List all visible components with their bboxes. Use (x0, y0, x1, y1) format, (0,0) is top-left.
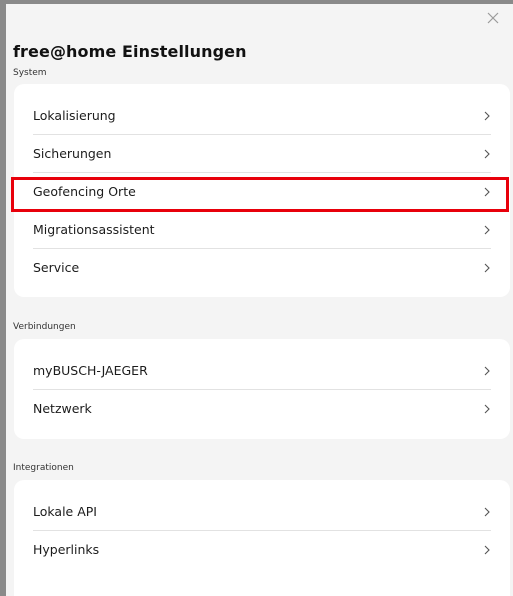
settings-item-label: Migrationsassistent (33, 222, 155, 237)
settings-item-hyperlinks[interactable]: Hyperlinks (33, 530, 491, 568)
chevron-right-icon (483, 186, 491, 198)
card-integrationen: Lokale API Hyperlinks (14, 480, 510, 596)
settings-item-sicherungen[interactable]: Sicherungen (33, 134, 491, 172)
settings-item-label: myBUSCH-JAEGER (33, 363, 148, 378)
chevron-right-icon (483, 365, 491, 377)
close-icon (487, 12, 499, 24)
chevron-right-icon (483, 403, 491, 415)
settings-item-label: Lokalisierung (33, 108, 116, 123)
close-button[interactable] (485, 10, 501, 26)
page-title: free@home Einstellungen (13, 42, 247, 61)
section-label-system: System (13, 68, 47, 78)
card-verbindungen: myBUSCH-JAEGER Netzwerk (14, 339, 510, 439)
chevron-right-icon (483, 224, 491, 236)
settings-item-lokalisierung[interactable]: Lokalisierung (33, 96, 491, 134)
settings-item-label: Geofencing Orte (33, 184, 136, 199)
chevron-right-icon (483, 110, 491, 122)
section-label-integrationen: Integrationen (13, 463, 74, 473)
settings-item-label: Hyperlinks (33, 542, 100, 557)
settings-item-label: Lokale API (33, 504, 97, 519)
chevron-right-icon (483, 148, 491, 160)
settings-item-migrationsassistent[interactable]: Migrationsassistent (33, 210, 491, 248)
settings-item-mybusch-jaeger[interactable]: myBUSCH-JAEGER (33, 351, 491, 389)
settings-item-label: Sicherungen (33, 146, 112, 161)
chevron-right-icon (483, 506, 491, 518)
settings-panel: free@home Einstellungen System Lokalisie… (0, 0, 513, 596)
settings-item-label: Netzwerk (33, 401, 92, 416)
card-system: Lokalisierung Sicherungen Geofencing Ort… (14, 84, 510, 297)
settings-item-geofencing-orte[interactable]: Geofencing Orte (33, 172, 491, 210)
chevron-right-icon (483, 544, 491, 556)
chevron-right-icon (483, 262, 491, 274)
section-label-verbindungen: Verbindungen (13, 322, 76, 332)
settings-item-lokale-api[interactable]: Lokale API (33, 492, 491, 530)
settings-item-netzwerk[interactable]: Netzwerk (33, 389, 491, 427)
settings-item-label: Service (33, 260, 80, 275)
settings-item-service[interactable]: Service (33, 248, 491, 286)
